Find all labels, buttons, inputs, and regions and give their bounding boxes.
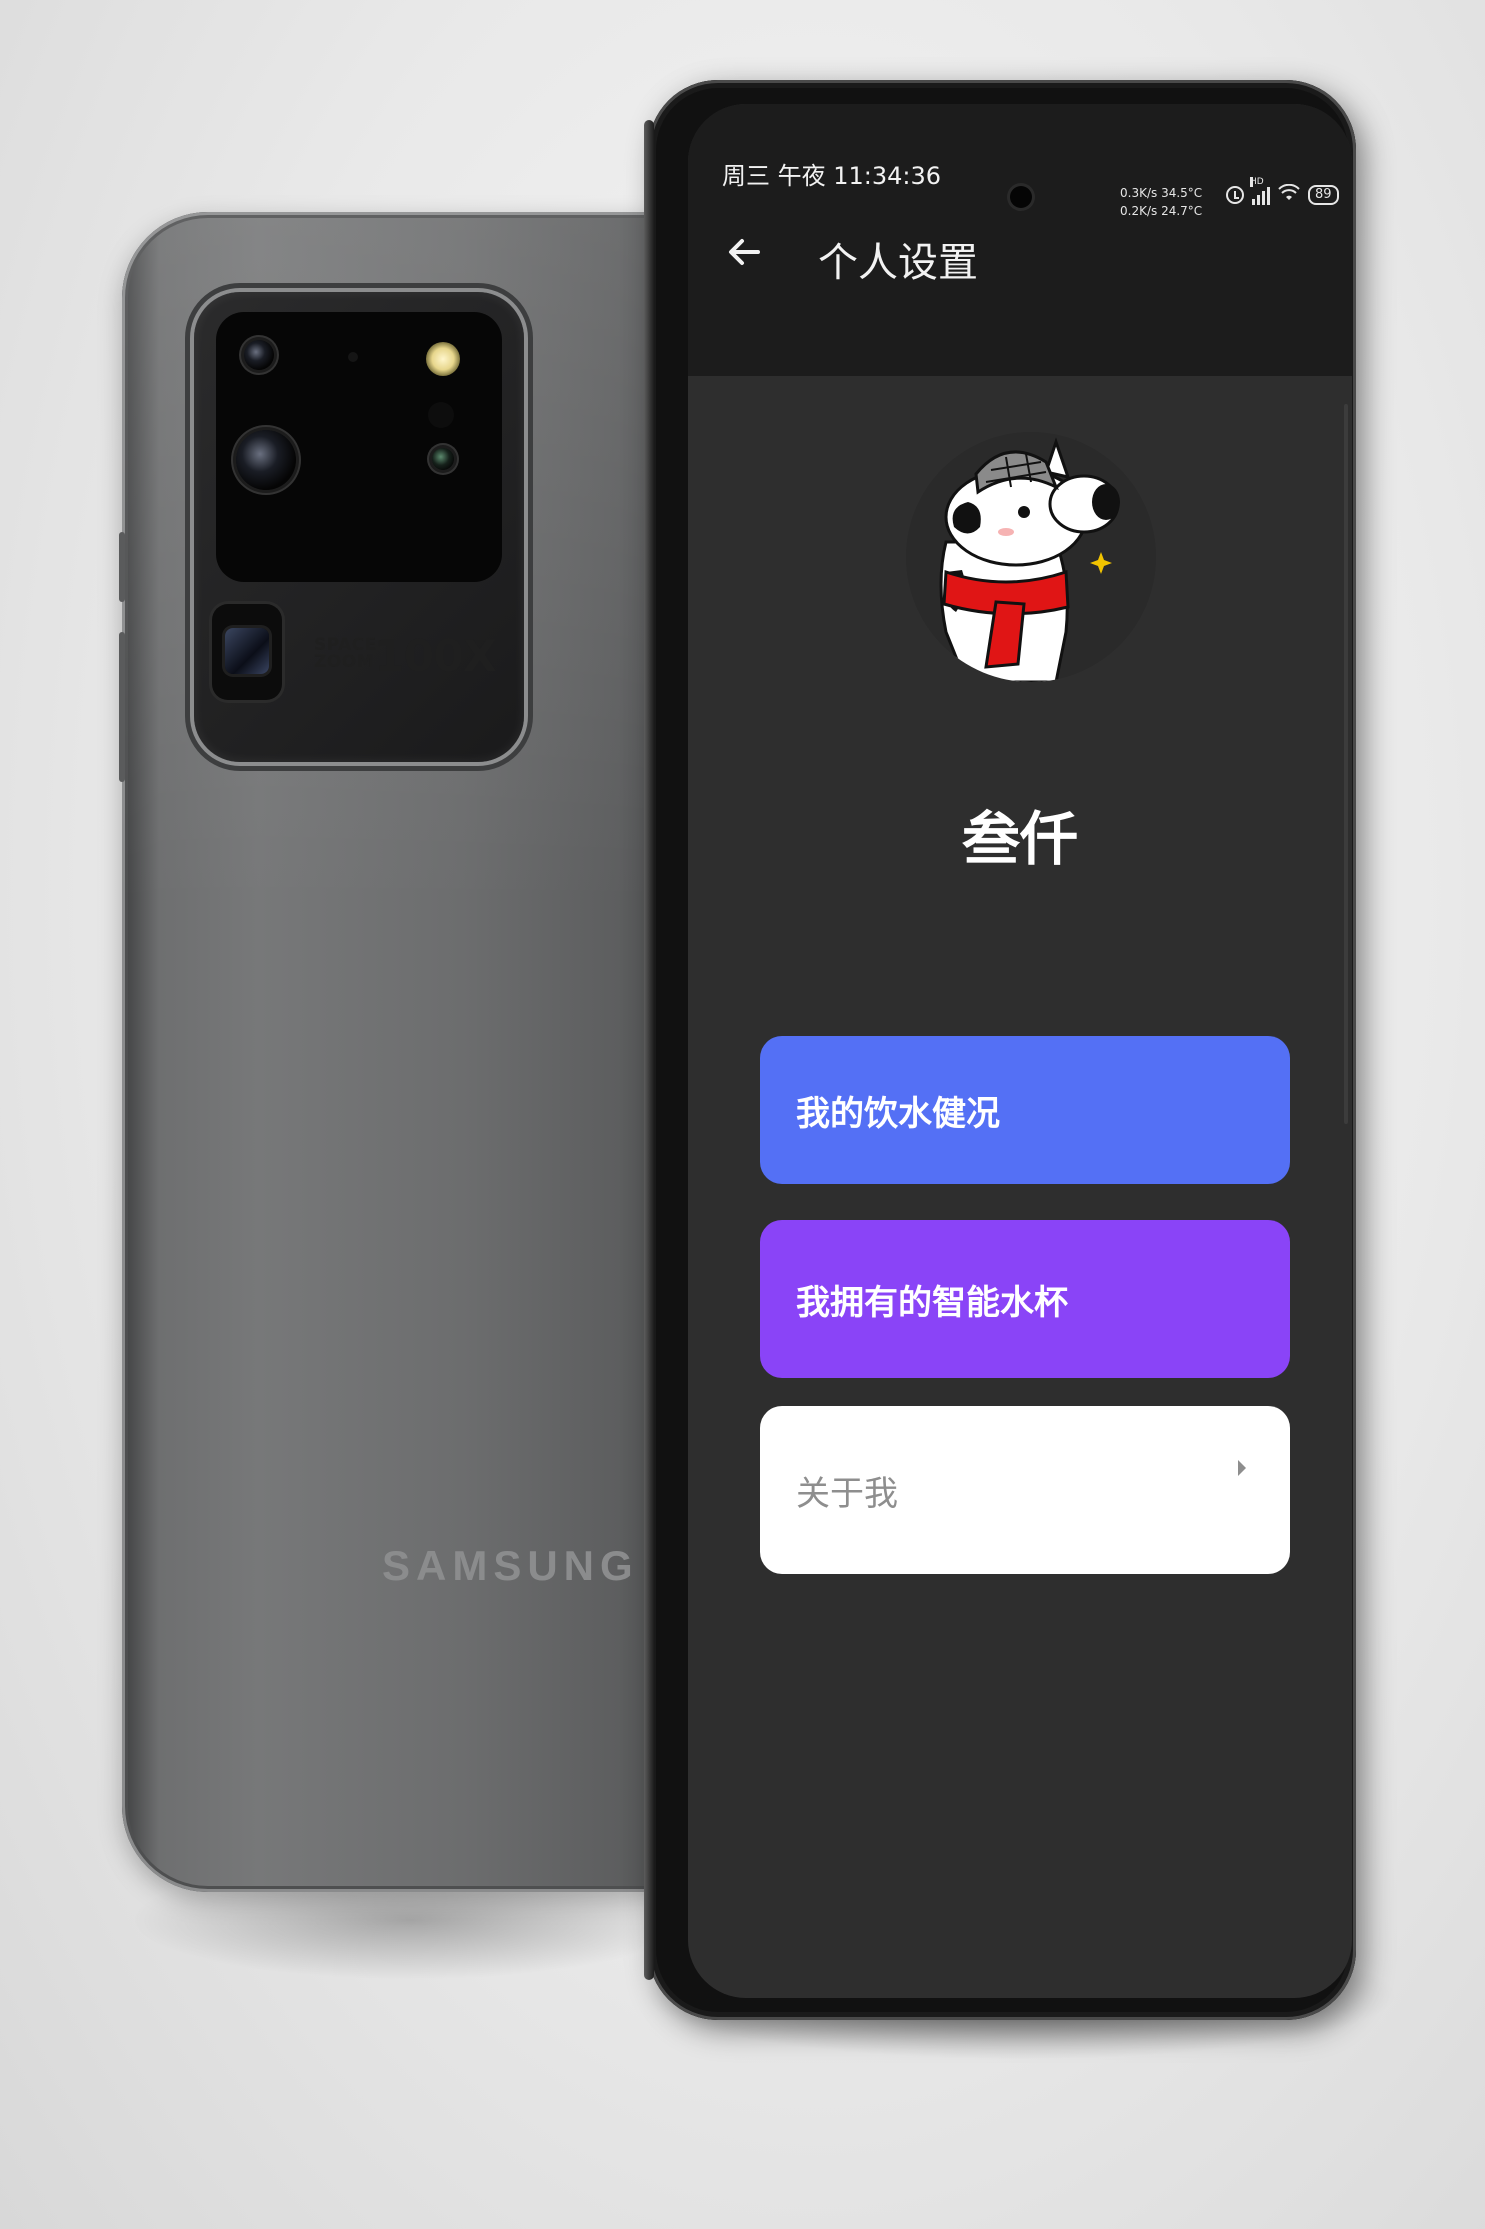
tof-sensor-icon [428,402,454,428]
back-side-button [119,632,125,782]
front-camera-icon [1010,186,1032,208]
camera-module: SPACE ZOOM 100X [194,292,524,762]
hd-label: HD [1250,176,1264,187]
space-zoom-logo: SPACE ZOOM 100X [314,635,497,679]
alarm-icon [1226,185,1244,204]
wifi-icon [1278,183,1300,205]
net-speed-down: 0.2K/s 24.7°C [1120,204,1203,218]
camera-lens-icon [244,340,274,370]
back-arrow-icon[interactable] [724,232,768,276]
phone-screen: 周三 午夜 11:34:36 0.3K/s 34.5°C 0.2K/s 24.7… [688,104,1352,1998]
menu-item-label: 我拥有的智能水杯 [796,1282,1068,1323]
menu-item-label: 关于我 [796,1473,898,1514]
flash-icon [426,342,460,376]
space-zoom-text-2: ZOOM [314,652,375,672]
status-time: 周三 午夜 11:34:36 [722,162,942,190]
avatar-dog-illustration [939,437,1120,682]
status-icons: HD 89 [1226,176,1339,205]
back-side-button [119,532,125,602]
periscope-camera [212,604,282,700]
scrollbar [1344,404,1348,1124]
main-lens-icon [236,430,296,490]
camera-block [216,312,502,582]
menu-item-drinking-health[interactable]: 我的饮水健况 [760,1036,1290,1184]
avatar[interactable] [906,432,1156,682]
page-title: 个人设置 [818,240,978,286]
app-top-bar: 周三 午夜 11:34:36 0.3K/s 34.5°C 0.2K/s 24.7… [688,104,1352,376]
space-zoom-text-big: 100X [374,631,497,682]
menu-item-about-me[interactable]: 关于我 [760,1406,1290,1574]
menu-item-smart-cups[interactable]: 我拥有的智能水杯 [760,1220,1290,1378]
battery-icon: 89 [1308,184,1339,205]
signal-icon: HD [1250,176,1270,205]
network-speed: 0.3K/s 34.5°C 0.2K/s 24.7°C [1120,184,1202,220]
chevron-right-icon [1238,1460,1246,1476]
wide-lens-icon [432,448,454,470]
brand-logo: SAMSUNG [382,1542,639,1589]
front-phone: 周三 午夜 11:34:36 0.3K/s 34.5°C 0.2K/s 24.7… [644,80,1356,2020]
menu-item-label: 我的饮水健况 [796,1093,1000,1134]
periscope-lens-icon [225,628,269,674]
profile-name: 叁仟 [961,805,1078,873]
net-speed-up: 0.3K/s 34.5°C [1120,186,1203,200]
sensor-icon [348,352,358,362]
